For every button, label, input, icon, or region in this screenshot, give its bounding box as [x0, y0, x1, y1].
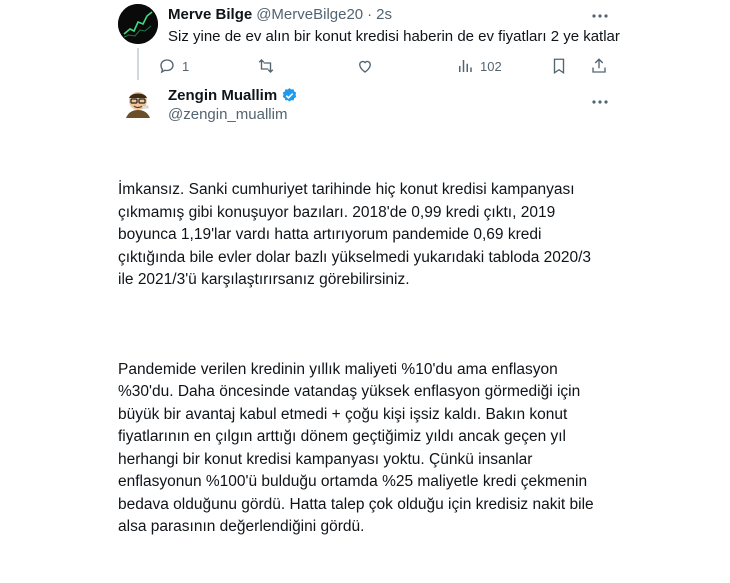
views-count: 102: [480, 58, 502, 74]
bookmark-button[interactable]: [550, 57, 568, 80]
verified-badge-icon: [282, 88, 297, 102]
tweet1-header: Merve Bilge @MerveBilge20 · 2s: [168, 6, 392, 23]
tweet2-header: Zengin Muallim: [168, 87, 298, 104]
share-button[interactable]: [590, 57, 608, 80]
author-name[interactable]: Zengin Muallim: [168, 87, 277, 104]
reply-icon: [160, 59, 174, 74]
author-handle[interactable]: @MerveBilge20: [256, 6, 363, 23]
reply-button[interactable]: 1: [158, 57, 189, 75]
reply-count: 1: [182, 58, 190, 74]
retweet-icon: [258, 59, 274, 73]
retweet-button[interactable]: [256, 57, 276, 75]
tweet-time[interactable]: 2s: [376, 6, 392, 23]
separator-dot: ·: [367, 6, 373, 23]
author-handle[interactable]: @zengin_muallim: [168, 106, 287, 123]
bookmark-icon: [553, 58, 565, 75]
tweet-paragraph: İmkansız. Sanki cumhuriyet tarihinde hiç…: [118, 181, 596, 288]
tweet-paragraph: Pandemide verilen kredinin yıllık maliye…: [118, 360, 598, 536]
share-icon: [592, 58, 606, 73]
views-button[interactable]: 102: [456, 57, 502, 75]
author-name[interactable]: Merve Bilge: [168, 6, 252, 23]
views-icon: [459, 60, 472, 72]
more-icon[interactable]: [590, 92, 610, 117]
tweet2-body: İmkansız. Sanki cumhuriyet tarihinde hiç…: [118, 134, 608, 583]
like-button[interactable]: [356, 57, 374, 75]
avatar-merve-bilge[interactable]: [118, 4, 158, 44]
thread-connector: [137, 48, 139, 80]
avatar-zengin-muallim[interactable]: [118, 84, 158, 124]
tweet1-text: Siz yine de ev alın bir konut kredisi ha…: [168, 28, 620, 45]
like-icon: [359, 60, 371, 73]
